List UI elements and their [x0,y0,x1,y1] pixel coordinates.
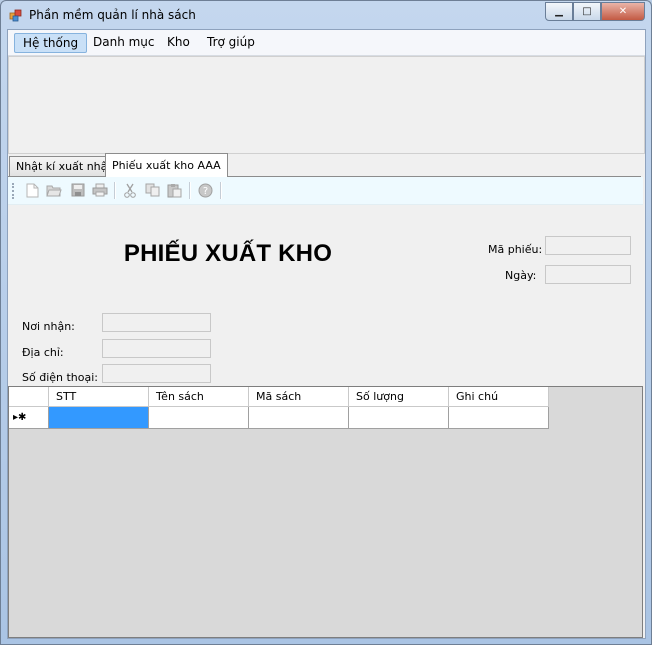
dia-chi-label: Địa chỉ: [22,346,64,359]
so-dien-thoai-label: Số điện thoại: [22,371,99,384]
minimize-button[interactable]: ▁ [545,2,573,21]
window-title: Phần mềm quản lí nhà sách [29,8,196,22]
menu-kho[interactable]: Kho [159,33,198,51]
dia-chi-field[interactable] [102,339,211,358]
toolbar-grip[interactable] [12,183,17,199]
column-header-ghi-chu[interactable]: Ghi chú [449,387,549,407]
close-icon: ✕ [618,6,628,17]
svg-text:?: ? [202,186,207,197]
column-header-ma-sach[interactable]: Mã sách [249,387,349,407]
noi-nhan-field[interactable] [102,313,211,332]
menu-tro-giup[interactable]: Trợ giúp [199,33,263,51]
column-header-so-luong[interactable]: Số lượng [349,387,449,407]
maximize-button[interactable]: □ [573,2,601,21]
tab-page-phieu-xuat-kho: ? PHIẾU XUẤT KHO Mã phiếu: Ngày: Nơi nhậ… [8,177,643,638]
cell-ghi-chu[interactable] [449,407,549,429]
noi-nhan-label: Nơi nhận: [22,320,75,333]
ma-phieu-field[interactable] [545,236,631,255]
upper-panel [8,56,645,154]
toolbar: ? [8,177,643,205]
data-grid[interactable]: STT Tên sách Mã sách Số lượng Ghi chú ▸✱ [8,386,643,638]
menu-bar: Hệ thống Danh mục Kho Trợ giúp [8,30,645,56]
minimize-icon: ▁ [555,6,563,17]
cell-ten-sach[interactable] [149,407,249,429]
help-icon[interactable]: ? [197,182,213,198]
menu-danh-muc[interactable]: Danh mục [85,33,163,51]
column-header-stt[interactable]: STT [49,387,149,407]
toolbar-separator [114,182,116,199]
cell-so-luong[interactable] [349,407,449,429]
paste-icon[interactable] [166,182,182,198]
copy-icon[interactable] [144,182,160,198]
new-row-header[interactable]: ▸✱ [9,407,49,429]
title-bar[interactable]: Phần mềm quản lí nhà sách ▁ □ ✕ [1,1,651,29]
so-dien-thoai-field[interactable] [102,364,211,383]
app-icon [9,9,22,22]
cell-ma-sach[interactable] [249,407,349,429]
new-document-icon[interactable] [24,182,40,198]
close-button[interactable]: ✕ [601,2,645,21]
toolbar-separator [189,182,191,199]
cell-stt[interactable] [49,407,149,429]
print-icon[interactable] [92,182,108,198]
save-icon[interactable] [70,182,86,198]
form-heading: PHIẾU XUẤT KHO [123,240,333,267]
open-folder-icon[interactable] [46,182,62,198]
ngay-field[interactable] [545,265,631,284]
client-area: Hệ thống Danh mục Kho Trợ giúp Nhật kí x… [7,29,646,639]
grid-corner-header[interactable] [9,387,49,407]
menu-he-thong[interactable]: Hệ thống [14,33,88,53]
column-header-ten-sach[interactable]: Tên sách [149,387,249,407]
toolbar-separator [220,182,222,199]
main-window: Phần mềm quản lí nhà sách ▁ □ ✕ Hệ thống… [0,0,652,645]
tab-phieu-xuat-kho[interactable]: Phiếu xuất kho AAA [105,153,228,177]
maximize-icon: □ [582,6,592,17]
cut-icon[interactable] [122,182,138,198]
ngay-label: Ngày: [505,269,537,282]
ma-phieu-label: Mã phiếu: [488,243,543,256]
tab-strip: Nhật kí xuất nhập Phiếu xuất kho AAA [8,153,645,177]
